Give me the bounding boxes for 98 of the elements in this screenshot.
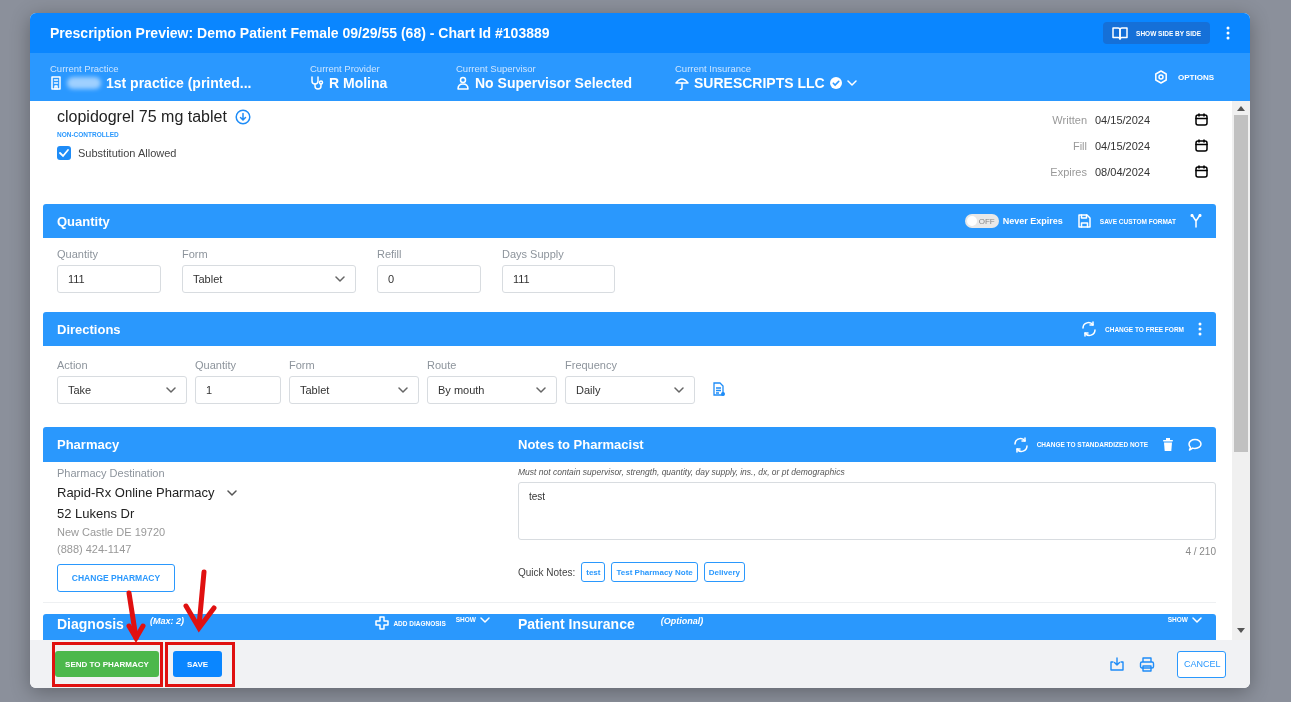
stethoscope-icon <box>310 76 324 90</box>
field-label: Refill <box>377 247 403 261</box>
options-button[interactable]: OPTIONS <box>1148 69 1220 85</box>
context-label: Current Insurance <box>675 63 753 74</box>
toggle-switch[interactable]: OFF <box>964 214 999 228</box>
book-icon <box>1112 26 1129 40</box>
quick-note-chip[interactable]: Test Pharmacy Note <box>611 562 698 582</box>
umbrella-icon <box>675 76 689 90</box>
select-field[interactable]: Tablet <box>289 376 419 404</box>
pharmacy-address: 52 Lukens Dr <box>57 506 136 521</box>
chevron-down-icon[interactable] <box>335 276 345 282</box>
chevron-down-icon[interactable] <box>536 387 546 393</box>
date-label: Fill <box>1071 139 1087 152</box>
users-icon <box>456 76 470 90</box>
input-field[interactable]: 0 <box>377 265 481 293</box>
settings-icon[interactable] <box>1154 70 1168 84</box>
more-icon[interactable] <box>1198 322 1202 336</box>
chevron-down-icon[interactable] <box>226 489 237 496</box>
select-field[interactable]: Daily <box>565 376 695 404</box>
trash-icon[interactable] <box>1162 438 1174 451</box>
drug-name: clopidogrel 75 mg tablet <box>57 108 227 126</box>
date-value: 04/15/2024 <box>1095 113 1152 126</box>
section-title: Pharmacy <box>57 437 121 452</box>
checkbox-label: Substitution Allowed <box>78 147 177 159</box>
refresh-icon <box>1081 321 1098 337</box>
section-title: Quantity <box>57 213 111 229</box>
context-label: Current Supervisor <box>456 63 537 74</box>
field-label: Route <box>427 358 458 372</box>
pharmacy-phone: (888) 424-1147 <box>57 543 133 555</box>
pointer-arrow <box>126 590 146 643</box>
section-title: Notes to Pharmacist <box>518 437 645 452</box>
download-tray-icon[interactable] <box>1109 657 1125 671</box>
field-label: Frequency <box>565 358 618 372</box>
check-icon <box>58 147 70 159</box>
notes-field[interactable]: test <box>518 482 1216 540</box>
chevron-down-icon[interactable] <box>398 387 408 393</box>
calendar-icon[interactable] <box>1195 113 1208 126</box>
refresh-icon <box>1012 436 1029 453</box>
send-button[interactable]: SEND TO PHARMACY <box>55 651 159 677</box>
pharmacy-city: New Castle DE 19720 <box>57 526 167 538</box>
quick-note-chip[interactable]: test <box>581 562 606 582</box>
notes-hint: Must not contain supervisor, strength, quantity, day supply, ins., dx, or pt demographics <box>518 467 846 477</box>
save-icon[interactable] <box>1076 214 1092 228</box>
date-value: 08/04/2024 <box>1095 165 1152 178</box>
document-icon[interactable] <box>712 382 726 397</box>
scroll-up-icon[interactable] <box>1237 106 1245 111</box>
field-label: Days Supply <box>502 247 565 261</box>
context-value: R Molina <box>329 75 388 91</box>
dialog-title: Prescription Preview: Demo Patient Female 09/29/55 (68) - Chart Id #103889 <box>50 25 551 41</box>
comment-icon[interactable] <box>1188 437 1202 452</box>
calendar-icon[interactable] <box>1195 139 1208 152</box>
select-field[interactable]: Take <box>57 376 187 404</box>
download-icon[interactable] <box>234 109 251 125</box>
toggle-label: Never Expires <box>1002 216 1063 226</box>
input-field[interactable]: 111 <box>57 265 161 293</box>
input-field[interactable]: 1 <box>195 376 281 404</box>
redacted-text <box>67 77 101 89</box>
fork-icon[interactable] <box>1190 214 1202 228</box>
select-field[interactable]: Tablet <box>182 265 356 293</box>
section-title: Patient Insurance <box>518 616 635 632</box>
scroll-thumb[interactable] <box>1234 115 1248 452</box>
cancel-button[interactable]: CANCEL <box>1177 650 1226 678</box>
context-value: SURESCRIPTS LLC <box>694 75 825 91</box>
chevron-down-icon[interactable] <box>674 387 684 393</box>
field-label: Form <box>182 247 209 261</box>
context-label: Current Practice <box>50 63 120 74</box>
field-label: Action <box>57 358 89 372</box>
section-title: Diagnosis <box>57 616 124 632</box>
date-label: Expires <box>1050 165 1087 178</box>
checkbox[interactable] <box>57 146 71 160</box>
building-icon <box>50 76 62 90</box>
date-label: Written <box>1051 113 1087 126</box>
quick-note-chip[interactable]: Delivery <box>703 562 745 582</box>
print-icon[interactable] <box>1139 656 1155 672</box>
section-title: Directions <box>57 321 122 337</box>
scroll-down-icon[interactable] <box>1237 628 1245 633</box>
context-label: Current Provider <box>310 63 381 74</box>
context-value: No Supervisor Selected <box>475 75 633 91</box>
chevron-down-icon[interactable] <box>166 387 176 393</box>
more-icon[interactable] <box>1226 26 1230 40</box>
field-label: Quantity <box>195 358 237 372</box>
character-counter: 4 / 210 <box>1185 546 1216 557</box>
calendar-icon[interactable] <box>1195 165 1208 178</box>
quick-notes-label: Quick Notes: <box>518 566 576 578</box>
field-label: Quantity <box>57 247 99 261</box>
input-field[interactable]: 111 <box>502 265 615 293</box>
add-icon[interactable] <box>375 616 390 630</box>
field-label: Pharmacy Destination <box>57 467 166 479</box>
highlight-frame <box>165 642 235 687</box>
pharmacy-select[interactable]: Rapid-Rx Online Pharmacy <box>57 485 237 500</box>
select-field[interactable]: By mouth <box>427 376 557 404</box>
section-subtitle: (Optional) <box>660 616 704 626</box>
save-button[interactable]: SAVE <box>173 651 222 677</box>
field-label: Form <box>289 358 316 372</box>
date-value: 04/15/2024 <box>1095 139 1152 152</box>
change-pharmacy-button[interactable]: CHANGE PHARMACY <box>57 564 175 592</box>
context-value: 1st practice (printed... <box>106 75 252 91</box>
section-subtitle: (Max: 2) <box>149 616 184 626</box>
